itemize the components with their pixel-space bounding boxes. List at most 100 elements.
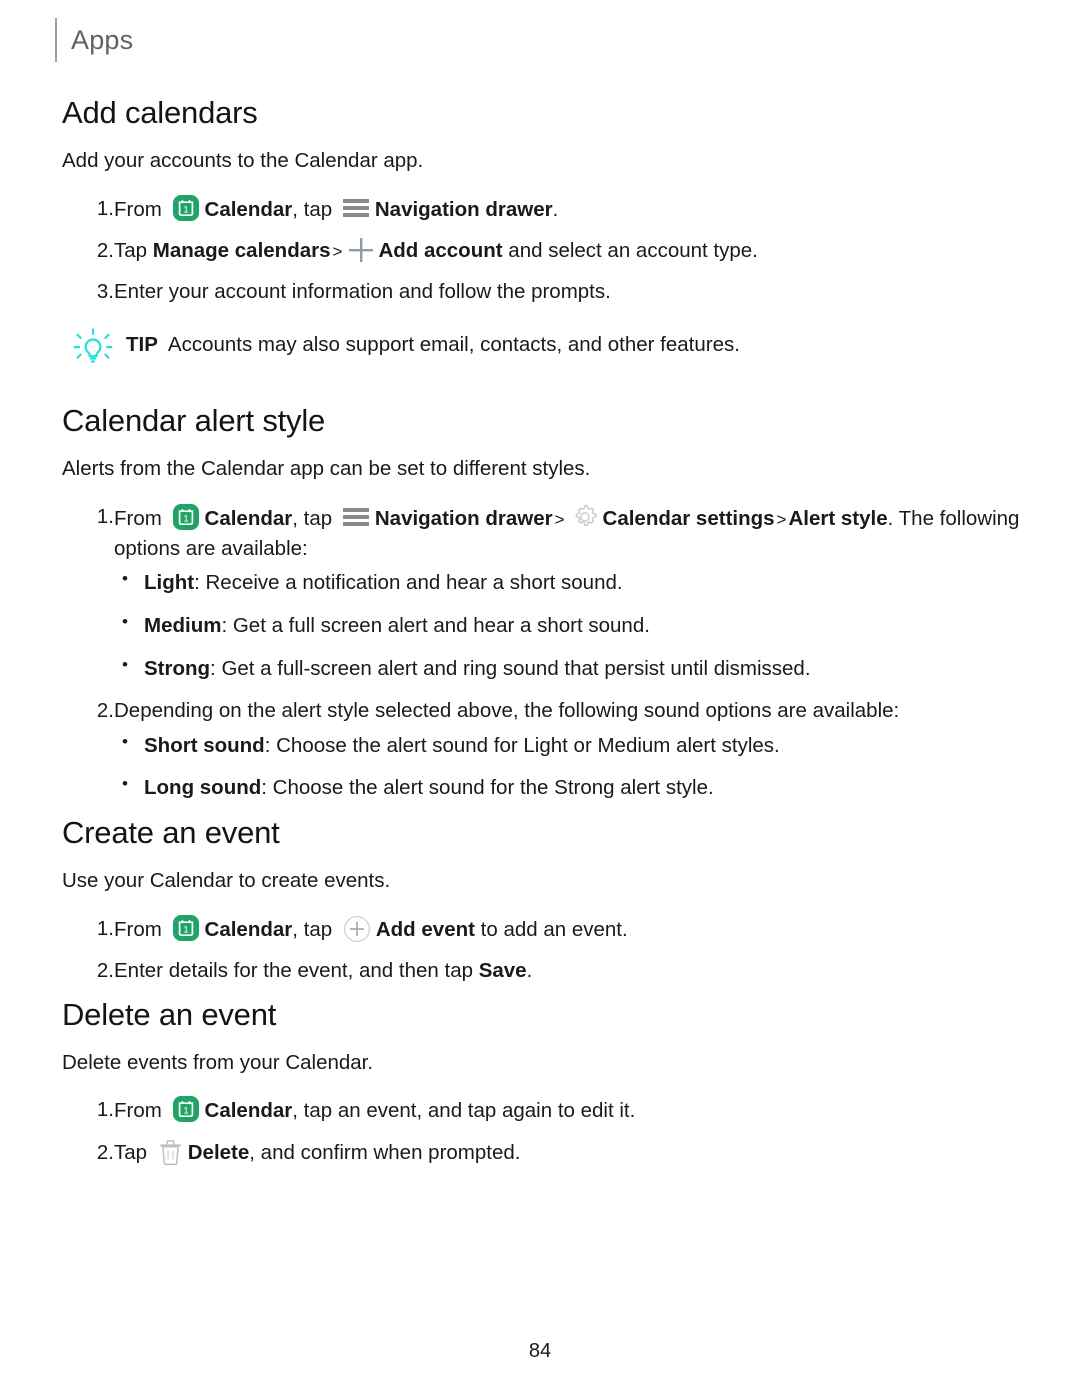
header-divider-rule (55, 18, 57, 62)
ui-term: Calendar (204, 506, 293, 530)
add-event-icon[interactable] (343, 915, 371, 943)
page-number: 84 (528, 1340, 552, 1362)
page-header-title: Apps (71, 24, 134, 55)
step-number: 1. (96, 1098, 114, 1122)
ui-term: Calendar (204, 1099, 293, 1123)
step-text: Enter your account information and follo… (114, 280, 611, 304)
step-text: , tap (292, 506, 338, 530)
step-number: 2. (96, 699, 114, 723)
tip-text: Accounts may also support email, contact… (167, 332, 740, 356)
option-description: : Choose the alert sound for the Strong … (261, 776, 714, 800)
step-text: Depending on the alert style selected ab… (114, 699, 900, 723)
calendar-app-icon[interactable]: 1 (172, 1095, 200, 1123)
step-item: 2. Tap Manage calendars > Add account and s… (62, 236, 1022, 266)
step-text: Enter details for the event, and then ta… (114, 959, 479, 983)
ui-term: Delete (187, 1140, 250, 1164)
svg-text:1: 1 (183, 924, 188, 935)
section-heading: Add calendars (62, 95, 258, 130)
ui-term: Calendar (204, 197, 293, 221)
section-calendar-alert-style: Calendar alert style Alerts from the Cale… (62, 402, 1022, 804)
step-text: , tap (292, 918, 338, 941)
section-lead: Add your accounts to the Calendar app. (62, 149, 424, 173)
step-text: . (526, 959, 533, 983)
option-list: Light: Receive a notification and hear a… (114, 567, 1022, 684)
section-heading: Delete an event (62, 996, 277, 1032)
step-item: 1. From 1 Calendar, tap Add event to add a… (62, 914, 1022, 945)
step-text: From (114, 506, 168, 530)
step-list: 1. From 1 Calendar, tap Add event to add a… (62, 914, 1022, 987)
breadcrumb-chevron: > (776, 509, 787, 529)
calendar-app-icon[interactable]: 1 (172, 914, 200, 942)
option-label: Long sound (144, 776, 262, 800)
ui-term: Add event (375, 918, 475, 941)
step-text: Tap (114, 1140, 153, 1164)
section-lead: Use your Calendar to create events. (62, 869, 391, 893)
step-number: 2. (96, 1140, 114, 1164)
list-item: Short sound: Choose the alert sound for … (114, 730, 1022, 761)
lightbulb-icon (70, 324, 116, 370)
section-add-calendars: Add calendars Add your accounts to the Ca… (62, 95, 1022, 374)
ui-term: Add account (378, 239, 503, 263)
option-description: : Choose the alert sound for Light or Me… (264, 733, 780, 757)
step-text: From (114, 918, 168, 941)
section-heading: Calendar alert style (62, 402, 326, 438)
tip-label: TIP (126, 332, 158, 356)
step-list: 1. From 1 Calendar, tap an event, and tap … (62, 1095, 1022, 1168)
list-item: Long sound: Choose the alert sound for t… (114, 772, 1022, 803)
step-list: 1. From 1 Calendar, tap Navigation drawer >… (62, 502, 1022, 804)
step-text: From (114, 197, 168, 221)
step-text: , and confirm when prompted. (249, 1140, 521, 1164)
ui-term: Navigation drawer (374, 506, 553, 530)
svg-text:1: 1 (183, 1106, 188, 1117)
ui-term: Alert style (788, 506, 888, 530)
ui-term: Calendar (204, 918, 293, 941)
step-item: 3. Enter your account information and fol… (62, 277, 1022, 307)
section-lead: Delete events from your Calendar. (62, 1050, 374, 1074)
option-description: : Receive a notification and hear a shor… (194, 571, 623, 595)
step-item: 2. Depending on the alert style selected … (62, 696, 1022, 803)
step-text: to add an event. (474, 918, 628, 941)
gear-icon[interactable] (570, 502, 600, 532)
trash-icon[interactable] (158, 1138, 183, 1166)
step-number: 2. (96, 959, 114, 983)
step-number: 2. (96, 239, 114, 263)
option-description: : Get a full screen alert and hear a sho… (221, 613, 650, 637)
step-list: 1. From 1 Calendar, tap Navigation drawer.… (62, 194, 1022, 308)
plus-icon[interactable] (347, 236, 375, 264)
breadcrumb-chevron: > (332, 242, 343, 262)
section-delete-an-event: Delete an event Delete events from your C… (62, 996, 1022, 1168)
step-item: 2. Tap Delete, and confirm when prompted. (62, 1138, 1022, 1168)
step-item: 1. From 1 Calendar, tap an event, and tap … (62, 1095, 1022, 1126)
step-text: , tap (292, 197, 338, 221)
page-header: Apps (55, 18, 133, 62)
option-label: Short sound (144, 733, 265, 757)
calendar-app-icon[interactable]: 1 (172, 503, 200, 531)
step-item: 2. Enter details for the event, and then … (62, 956, 1022, 986)
svg-text:1: 1 (183, 204, 188, 215)
tip-callout: TIP Accounts may also support email, cont… (62, 328, 1022, 374)
step-text: Tap (114, 239, 153, 263)
list-item: Strong: Get a full-screen alert and ring… (114, 653, 1022, 684)
calendar-app-icon[interactable]: 1 (172, 194, 200, 222)
step-number: 1. (96, 196, 114, 220)
navigation-drawer-icon[interactable] (342, 197, 370, 219)
breadcrumb-chevron: > (554, 509, 565, 529)
step-number: 1. (96, 917, 114, 940)
document-content: Add calendars Add your accounts to the Ca… (62, 95, 1022, 1179)
step-number: 1. (96, 504, 114, 528)
ui-term: Manage calendars (152, 239, 331, 263)
step-item: 1. From 1 Calendar, tap Navigation drawer. (62, 194, 1022, 225)
section-heading: Create an event (62, 815, 280, 851)
option-label: Medium (144, 613, 222, 637)
step-number: 3. (96, 280, 114, 304)
section-create-an-event: Create an event Use your Calendar to crea… (62, 816, 1022, 986)
navigation-drawer-icon[interactable] (342, 506, 370, 528)
step-text: , tap an event, and tap again to edit it… (292, 1099, 636, 1123)
step-text: . (552, 197, 559, 221)
step-item: 1. From 1 Calendar, tap Navigation drawer >… (62, 502, 1022, 684)
list-item: Medium: Get a full screen alert and hear… (114, 610, 1022, 641)
step-text: and select an account type. (502, 239, 758, 263)
section-lead: Alerts from the Calendar app can be set … (62, 456, 591, 480)
option-label: Strong (144, 656, 211, 680)
ui-term: Calendar settings (602, 506, 775, 530)
